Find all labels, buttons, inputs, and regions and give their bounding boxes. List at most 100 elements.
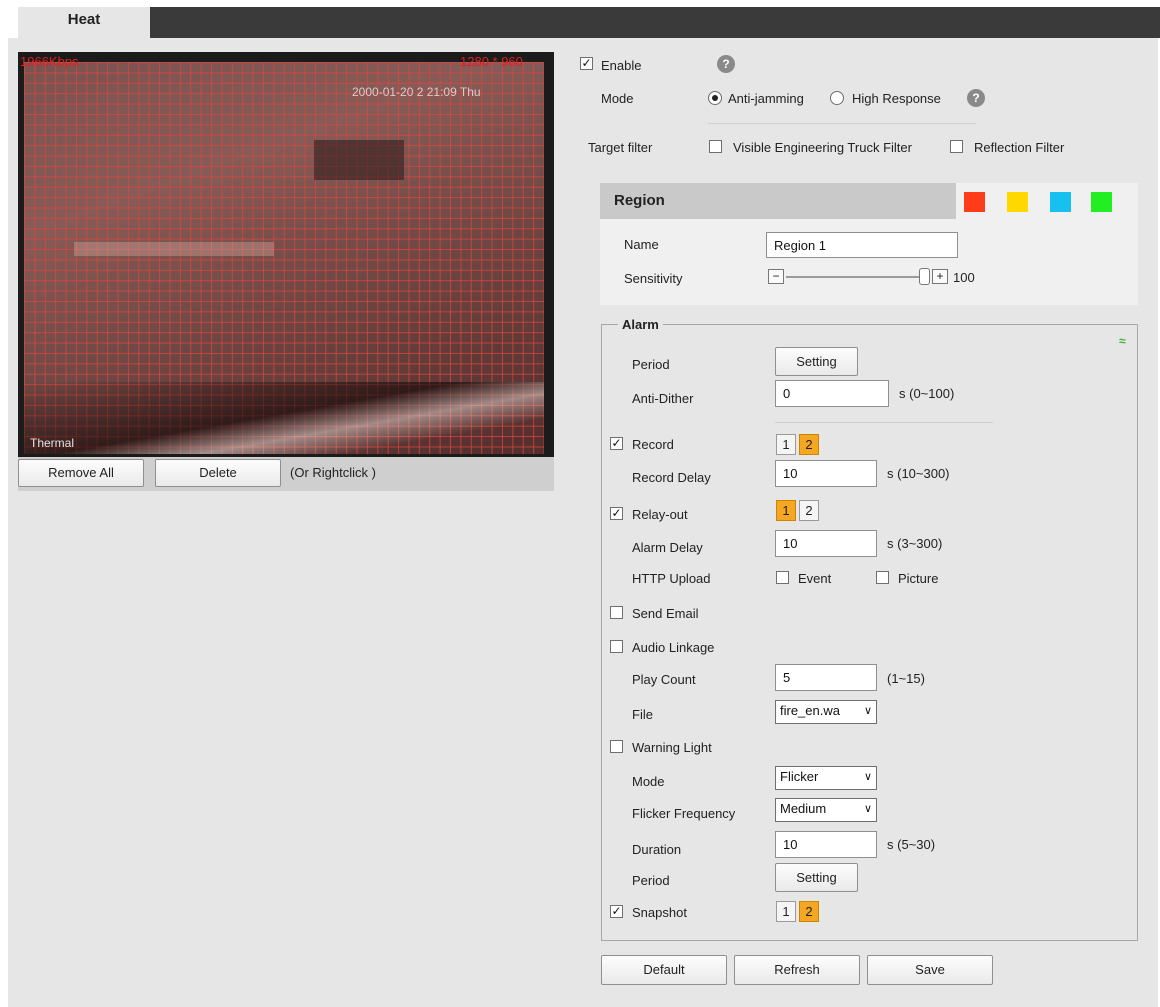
collapse-icon[interactable]: ≈ (1119, 334, 1126, 348)
refresh-button[interactable]: Refresh (734, 955, 860, 985)
picture-label: Picture (898, 571, 939, 586)
thermal-image[interactable] (24, 62, 544, 454)
region-header: Region (600, 183, 1138, 219)
color-swatch-green[interactable] (1091, 192, 1112, 212)
anti-dither-label: Anti-Dither (632, 391, 694, 406)
record-checkbox[interactable]: ✓ (610, 437, 623, 450)
record-channel-2[interactable]: 2 (799, 434, 819, 455)
region-name-input[interactable]: Region 1 (766, 232, 958, 258)
target-filter-label: Target filter (588, 140, 653, 155)
tab-heat[interactable]: Heat (18, 7, 150, 38)
duration-range: s (5~30) (887, 837, 936, 852)
file-select-value: fire_en.wa (780, 703, 840, 718)
record-delay-label: Record Delay (632, 470, 711, 485)
period-setting-button[interactable]: Setting (775, 347, 858, 376)
play-count-label: Play Count (632, 672, 696, 687)
light-mode-select[interactable]: Flicker ∨ (775, 766, 877, 790)
rightclick-hint: (Or Rightclick ) (290, 465, 376, 480)
radio-selected-dot (712, 95, 718, 101)
file-select[interactable]: fire_en.wa ∨ (775, 700, 877, 724)
duration-input[interactable]: 10 (775, 831, 877, 858)
event-label: Event (798, 571, 832, 586)
image-shape (74, 242, 274, 256)
relay-out-label: Relay-out (632, 507, 688, 522)
default-button[interactable]: Default (601, 955, 727, 985)
plus-icon[interactable]: + (932, 269, 948, 284)
anti-jamming-radio[interactable] (708, 91, 722, 105)
alarm-legend: Alarm (618, 317, 663, 332)
high-response-radio[interactable] (830, 91, 844, 105)
audio-linkage-checkbox[interactable] (610, 640, 623, 653)
relay-channel-2[interactable]: 2 (799, 500, 819, 521)
light-mode-value: Flicker (780, 769, 819, 784)
duration-label: Duration (632, 842, 682, 857)
alarm-delay-label: Alarm Delay (632, 540, 703, 555)
color-swatch-blue[interactable] (1050, 192, 1071, 212)
image-shape (24, 382, 544, 454)
warning-light-checkbox[interactable] (610, 740, 623, 753)
resolution-label: 1280 * 960 (460, 54, 523, 69)
chevron-down-icon: ∨ (863, 771, 872, 783)
divider (775, 422, 993, 423)
event-checkbox[interactable] (776, 571, 789, 584)
bitrate-label: 1966Kbps (20, 54, 79, 69)
name-label: Name (624, 237, 659, 252)
light-period-setting-button[interactable]: Setting (775, 863, 858, 892)
help-icon[interactable]: ? (717, 55, 735, 73)
tab-strip (150, 7, 1160, 38)
region-title: Region (614, 192, 665, 209)
file-label: File (632, 707, 653, 722)
divider (708, 123, 976, 124)
record-channel-1[interactable]: 1 (776, 434, 796, 455)
help-icon[interactable]: ? (967, 89, 985, 107)
alarm-delay-range: s (3~300) (887, 536, 943, 551)
picture-checkbox[interactable] (876, 571, 889, 584)
snapshot-channel-2[interactable]: 2 (799, 901, 819, 922)
audio-linkage-label: Audio Linkage (632, 640, 715, 655)
minus-icon[interactable]: − (768, 269, 784, 284)
sensitivity-slider-track[interactable] (786, 276, 920, 278)
snapshot-checkbox[interactable]: ✓ (610, 905, 623, 918)
chevron-down-icon: ∨ (863, 705, 872, 717)
anti-jamming-label: Anti-jamming (728, 91, 804, 106)
top-bar: Heat (0, 0, 1160, 38)
period-label: Period (632, 357, 670, 372)
color-swatch-yellow[interactable] (1007, 192, 1028, 212)
http-upload-label: HTTP Upload (632, 571, 711, 586)
snapshot-label: Snapshot (632, 905, 687, 920)
reflection-filter-checkbox[interactable] (950, 140, 963, 153)
truck-filter-label: Visible Engineering Truck Filter (733, 140, 912, 155)
image-shape (314, 140, 404, 180)
play-count-input[interactable]: 5 (775, 664, 877, 691)
record-label: Record (632, 437, 674, 452)
color-palette (956, 183, 1138, 219)
warning-light-label: Warning Light (632, 740, 712, 755)
relay-out-checkbox[interactable]: ✓ (610, 507, 623, 520)
record-delay-input[interactable]: 10 (775, 460, 877, 487)
record-delay-range: s (10~300) (887, 466, 950, 481)
send-email-label: Send Email (632, 606, 699, 621)
delete-button[interactable]: Delete (155, 459, 281, 487)
play-count-range: (1~15) (887, 671, 925, 686)
relay-channel-1[interactable]: 1 (776, 500, 796, 521)
high-response-label: High Response (852, 91, 941, 106)
remove-all-button[interactable]: Remove All (18, 459, 144, 487)
alarm-delay-input[interactable]: 10 (775, 530, 877, 557)
sensitivity-label: Sensitivity (624, 271, 683, 286)
anti-dither-input[interactable]: 0 (775, 380, 889, 407)
save-button[interactable]: Save (867, 955, 993, 985)
snapshot-channel-1[interactable]: 1 (776, 901, 796, 922)
light-mode-label: Mode (632, 774, 665, 789)
flicker-frequency-select[interactable]: Medium ∨ (775, 798, 877, 822)
flicker-frequency-label: Flicker Frequency (632, 806, 736, 821)
video-button-bar: Remove All Delete (Or Rightclick ) (18, 457, 554, 491)
send-email-checkbox[interactable] (610, 606, 623, 619)
flicker-frequency-value: Medium (780, 801, 827, 816)
sensitivity-slider-handle[interactable] (919, 268, 930, 285)
timestamp-label: 2000-01-20 2 21:09 Thu (352, 85, 481, 99)
truck-filter-checkbox[interactable] (709, 140, 722, 153)
color-swatch-red[interactable] (964, 192, 985, 212)
anti-dither-range: s (0~100) (899, 386, 955, 401)
chevron-down-icon: ∨ (863, 803, 872, 815)
enable-checkbox[interactable]: ✓ (580, 57, 593, 70)
